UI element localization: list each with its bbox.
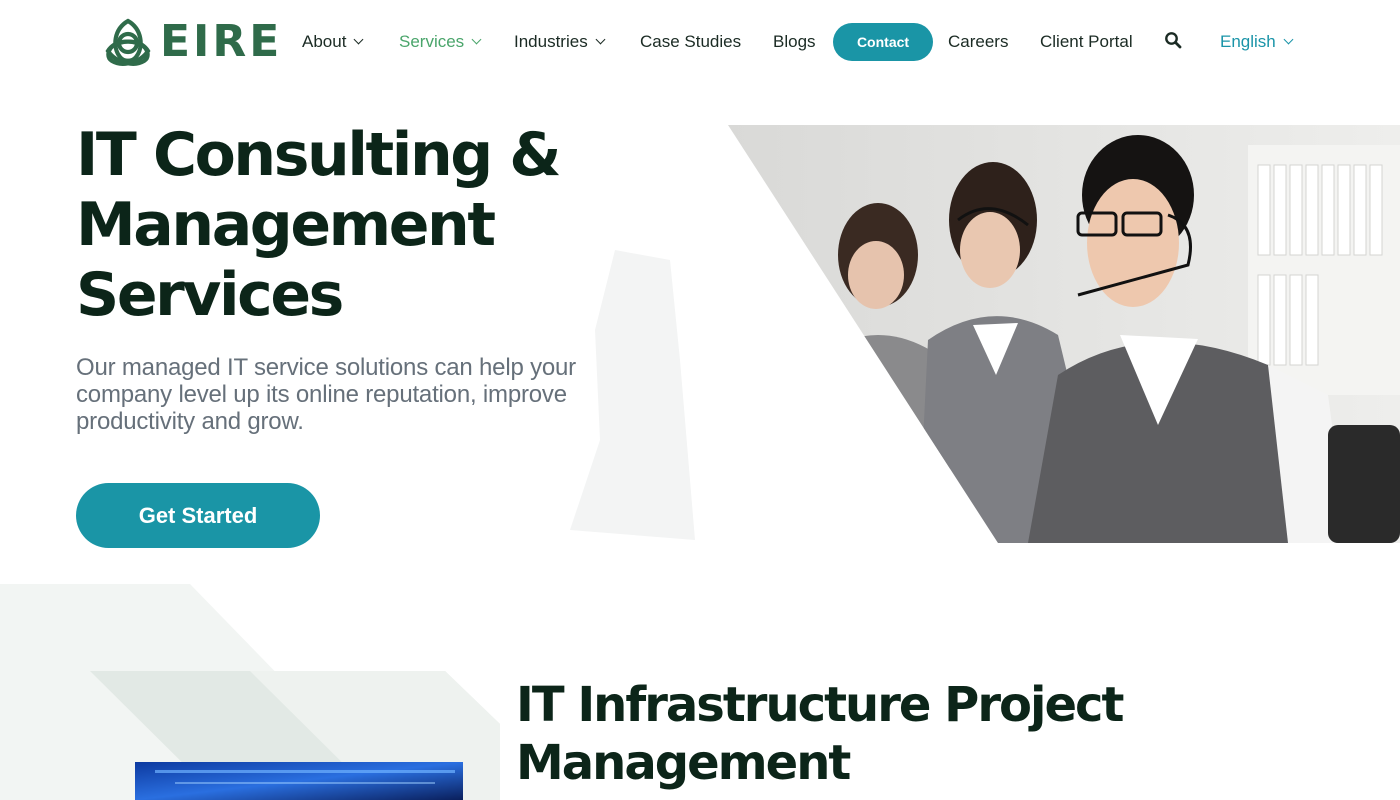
chevron-down-icon bbox=[595, 34, 606, 45]
nav-about[interactable]: About bbox=[302, 22, 364, 62]
nav-industries[interactable]: Industries bbox=[514, 22, 606, 62]
language-select[interactable]: English bbox=[1220, 22, 1294, 62]
hero-title-line: IT Consulting & bbox=[76, 120, 562, 190]
nav-blogs[interactable]: Blogs bbox=[773, 22, 816, 62]
nav-case-studies[interactable]: Case Studies bbox=[640, 22, 741, 62]
nav-about-label: About bbox=[302, 32, 347, 51]
hero-title: IT Consulting & Management Services bbox=[76, 120, 716, 330]
language-label: English bbox=[1220, 32, 1276, 51]
search-button[interactable] bbox=[1164, 31, 1184, 53]
get-started-button[interactable]: Get Started bbox=[76, 483, 320, 548]
site-header: EIRE About Services Industries Case Stud… bbox=[0, 0, 1400, 84]
search-icon bbox=[1165, 32, 1182, 49]
nav-careers[interactable]: Careers bbox=[948, 22, 1008, 62]
hero-image bbox=[728, 125, 1400, 543]
chevron-down-icon bbox=[1283, 34, 1294, 45]
chevron-down-icon bbox=[471, 34, 482, 45]
section-title-line: Management bbox=[516, 735, 851, 791]
main-nav: About Services Industries Case Studies B… bbox=[0, 22, 1400, 62]
hero-subtitle: Our managed IT service solutions can hel… bbox=[76, 354, 576, 435]
section-title: IT Infrastructure Project Management bbox=[516, 676, 1136, 792]
server-room-image bbox=[135, 762, 463, 800]
nav-industries-label: Industries bbox=[514, 32, 588, 51]
nav-services-label: Services bbox=[399, 32, 465, 51]
chevron-down-icon bbox=[353, 34, 364, 45]
hero-title-line: Services bbox=[76, 260, 344, 330]
contact-button[interactable]: Contact bbox=[833, 23, 933, 61]
section-title-line: IT Infrastructure Project bbox=[516, 677, 1124, 733]
nav-client-portal[interactable]: Client Portal bbox=[1040, 22, 1133, 62]
nav-services[interactable]: Services bbox=[399, 22, 482, 62]
hero-title-line: Management bbox=[76, 190, 496, 260]
call-center-photo bbox=[728, 125, 1400, 543]
